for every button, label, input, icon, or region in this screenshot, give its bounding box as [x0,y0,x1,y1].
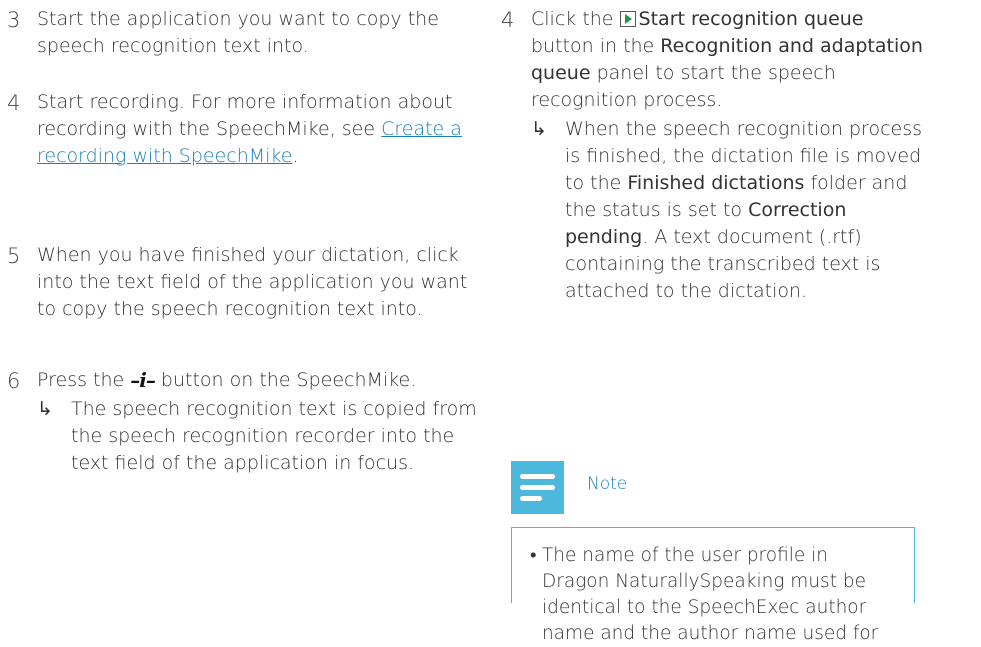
step-4: 4 Start recording. For more information … [7,89,467,170]
step-result: ↳ When the speech recognition process is… [531,116,931,305]
note-bullet: • [530,545,537,566]
step-number: 6 [7,369,21,393]
play-icon [619,11,636,27]
step-3: 3 Start the application you want to copy… [7,6,487,60]
step-text-click: Click the [531,8,620,30]
result-text: The speech recognition text is copied fr… [71,398,477,474]
right-column: 4 Click the Start recognition queue butt… [490,0,981,644]
finished-dictations-label: Finished dictations [627,172,805,194]
left-column: 3 Start the application you want to copy… [0,0,490,560]
step-text-end: button on the SpeechMike. [154,369,417,391]
step-5: 5 When you have finished your dictation,… [7,242,477,323]
step-text-end: . [292,145,299,167]
start-recognition-queue-label: Start recognition queue [638,8,864,30]
step-text: When you have finished your dictation, c… [37,244,468,320]
step-text: Start the application you want to copy t… [37,8,439,57]
i-button-symbol: –i– [130,368,156,392]
step-result: ↳ The speech recognition text is copied … [37,396,477,477]
note-box: • The name of the user profile in Dragon… [511,527,915,644]
step-number: 5 [7,244,21,268]
note-text: The name of the user profile in Dragon N… [542,545,879,644]
step-6: 6 Press the –i– button on the SpeechMike… [7,367,477,477]
result-arrow-icon: ↳ [531,118,547,140]
step-number: 4 [501,8,515,32]
note-lines-icon [520,474,555,501]
result-arrow-icon: ↳ [37,398,53,420]
step-text: Press the [37,369,131,391]
step-number: 4 [7,91,21,115]
step-4-right: 4 Click the Start recognition queue butt… [501,6,931,305]
note-icon [511,461,564,514]
step-text-mid: button in the [531,35,661,57]
note-title: Note [587,474,628,494]
step-number: 3 [7,8,21,32]
